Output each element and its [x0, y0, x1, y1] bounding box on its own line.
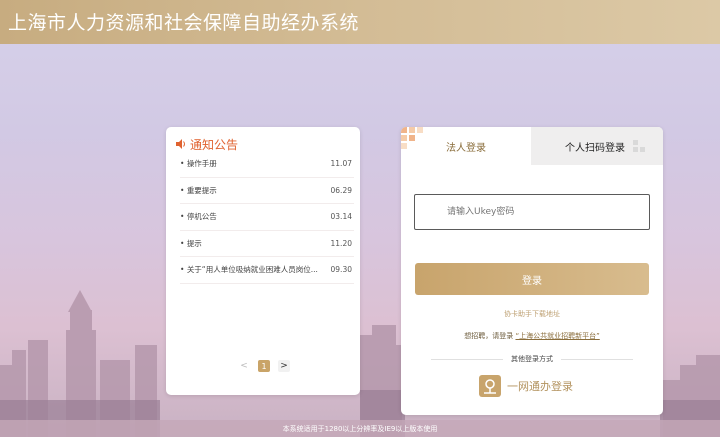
notice-item[interactable]: • 操作手册 11.07 — [180, 151, 354, 178]
speaker-icon — [176, 139, 185, 149]
notice-item[interactable]: • 停机公告 03.14 — [180, 204, 354, 231]
app-title: 上海市人力资源和社会保障自助经办系统 — [8, 12, 360, 34]
qr-code-icon — [633, 140, 645, 152]
tab-personal-qr-label: 个人扫码登录 — [565, 142, 625, 154]
notice-title: 通知公告 — [190, 137, 239, 152]
recruit-platform-link[interactable]: “上海公共就业招聘新平台” — [515, 332, 599, 340]
notice-item-name: 重要提示 — [186, 185, 217, 195]
notice-item-date: 11.20 — [330, 238, 352, 248]
notice-item-date: 09.30 — [330, 265, 352, 275]
other-login-label: 其他登录方式 — [511, 355, 553, 363]
notice-list: • 操作手册 11.07 • 重要提示 06.29 • 停机公告 03.14 • 提示… — [180, 151, 354, 284]
recruit-hint: 想招聘，请登录 “上海公共就业招聘新平台” — [401, 331, 663, 341]
notice-item-date: 11.07 — [330, 159, 352, 169]
login-panel: 法人登录 个人扫码登录 登录 协卡助手下载地址 想招聘，请登录 “上海公共就业招… — [401, 127, 663, 415]
login-button[interactable]: 登录 — [415, 263, 649, 295]
tab-personal-qr-login[interactable]: 个人扫码登录 — [531, 127, 663, 165]
yiwang-logo-icon — [479, 375, 501, 397]
ukey-password-input[interactable] — [414, 194, 650, 230]
helper-download-link[interactable]: 协卡助手下载地址 — [401, 309, 663, 319]
notice-item[interactable]: • 提示 11.20 — [180, 231, 354, 257]
other-login-divider: 其他登录方式 — [431, 354, 633, 364]
app-header: 上海市人力资源和社会保障自助经办系统 — [0, 0, 720, 44]
current-page[interactable]: 1 — [258, 360, 270, 372]
notice-item[interactable]: • 重要提示 06.29 — [180, 178, 354, 204]
notice-item-name: 操作手册 — [186, 159, 217, 169]
yiwang-login-button[interactable]: 一网通办登录 — [479, 375, 573, 397]
notice-item-name: 停机公告 — [186, 212, 217, 222]
yiwang-login-label: 一网通办登录 — [507, 380, 573, 393]
recruit-hint-text: 想招聘，请登录 — [464, 332, 514, 340]
notice-pager: < 1 > — [238, 360, 290, 372]
notice-item[interactable]: • 关于“用人单位吸纳就业困难人员岗位... 09.30 — [180, 257, 354, 284]
notice-item-date: 03.14 — [330, 212, 352, 222]
notice-panel: 通知公告 • 操作手册 11.07 • 重要提示 06.29 • 停机公告 03.14… — [166, 127, 360, 395]
notice-item-name: 提示 — [186, 238, 202, 248]
tab-corporate-login[interactable]: 法人登录 — [401, 127, 531, 165]
next-page-button[interactable]: > — [278, 360, 290, 372]
notice-item-name: 关于“用人单位吸纳就业困难人员岗位... — [186, 265, 318, 275]
prev-page-button[interactable]: < — [238, 360, 250, 372]
footer-note: 本系统适用于1280以上分辨率及IE9以上版本使用 — [282, 425, 438, 433]
notice-item-date: 06.29 — [330, 185, 352, 195]
